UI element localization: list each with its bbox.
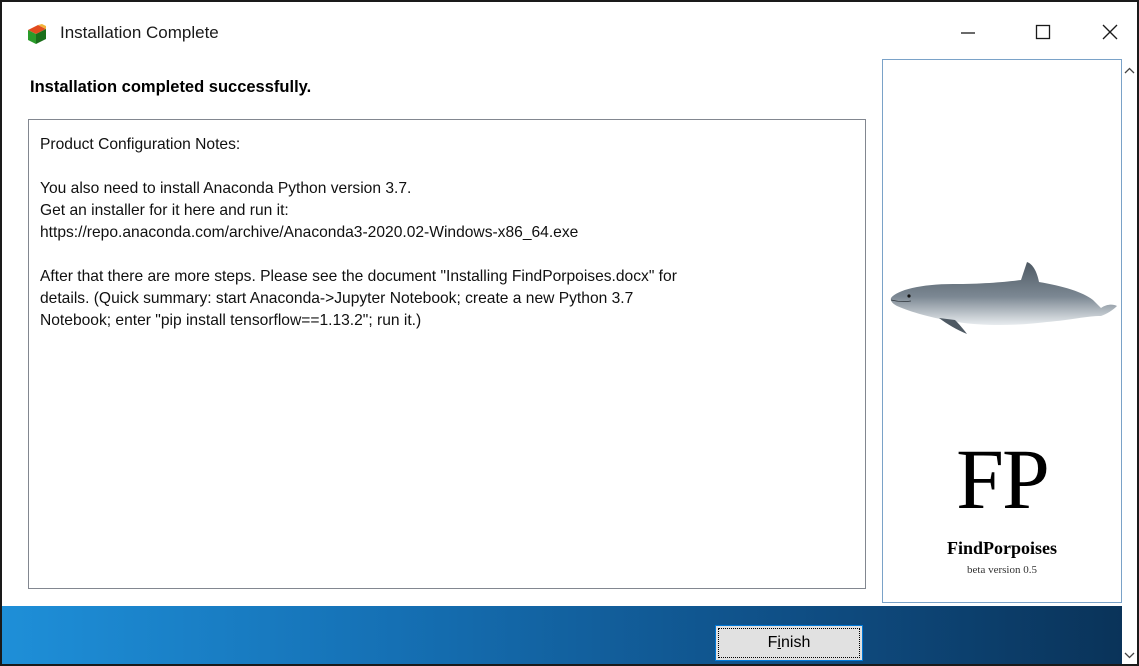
porpoise-illustration <box>890 262 1117 334</box>
notes-line: Product Configuration Notes: <box>40 136 241 153</box>
product-version: beta version 0.5 <box>967 564 1037 576</box>
title-bar[interactable]: Installation Complete <box>2 2 1137 54</box>
completion-heading: Installation completed successfully. <box>30 78 312 96</box>
scroll-up-arrow-icon[interactable] <box>1123 66 1136 76</box>
notes-blank-line <box>40 244 865 266</box>
finish-button[interactable]: Fi nish <box>715 625 863 661</box>
notes-line: Notebook; enter "pip install tensorflow=… <box>40 312 422 329</box>
maximize-icon <box>1035 24 1051 40</box>
close-icon <box>1102 24 1118 40</box>
anaconda-url-text: https://repo.anaconda.com/archive/Anacon… <box>40 224 579 241</box>
product-side-panel: FP FindPorpoises beta version 0.5 <box>882 59 1122 603</box>
product-name: FindPorpoises <box>946 538 1057 558</box>
notes-line: You also need to install Anaconda Python… <box>40 180 412 197</box>
finish-label-pre: F <box>767 634 778 651</box>
scrollbar[interactable] <box>1122 59 1137 664</box>
close-button[interactable] <box>1080 10 1137 54</box>
notes-line: Get an installer for it here and run it: <box>40 202 289 219</box>
scroll-down-arrow-icon[interactable] <box>1123 650 1136 660</box>
minimize-button[interactable] <box>938 10 998 54</box>
bottom-button-bar <box>2 606 1122 664</box>
maximize-button[interactable] <box>1013 10 1073 54</box>
finish-label-post: nish <box>780 634 811 651</box>
notes-blank-line <box>40 156 865 178</box>
notes-line: After that there are more steps. Please … <box>40 268 677 285</box>
minimize-icon <box>961 32 975 34</box>
app-icon <box>28 24 46 44</box>
notes-line: details. (Quick summary: start Anaconda-… <box>40 290 634 307</box>
fp-logo: FP <box>956 431 1050 527</box>
configuration-notes-textbox[interactable]: Product Configuration Notes: You also ne… <box>28 119 866 589</box>
installer-window: Installation Complete Installation compl… <box>0 0 1139 666</box>
window-title: Installation Complete <box>60 23 219 42</box>
